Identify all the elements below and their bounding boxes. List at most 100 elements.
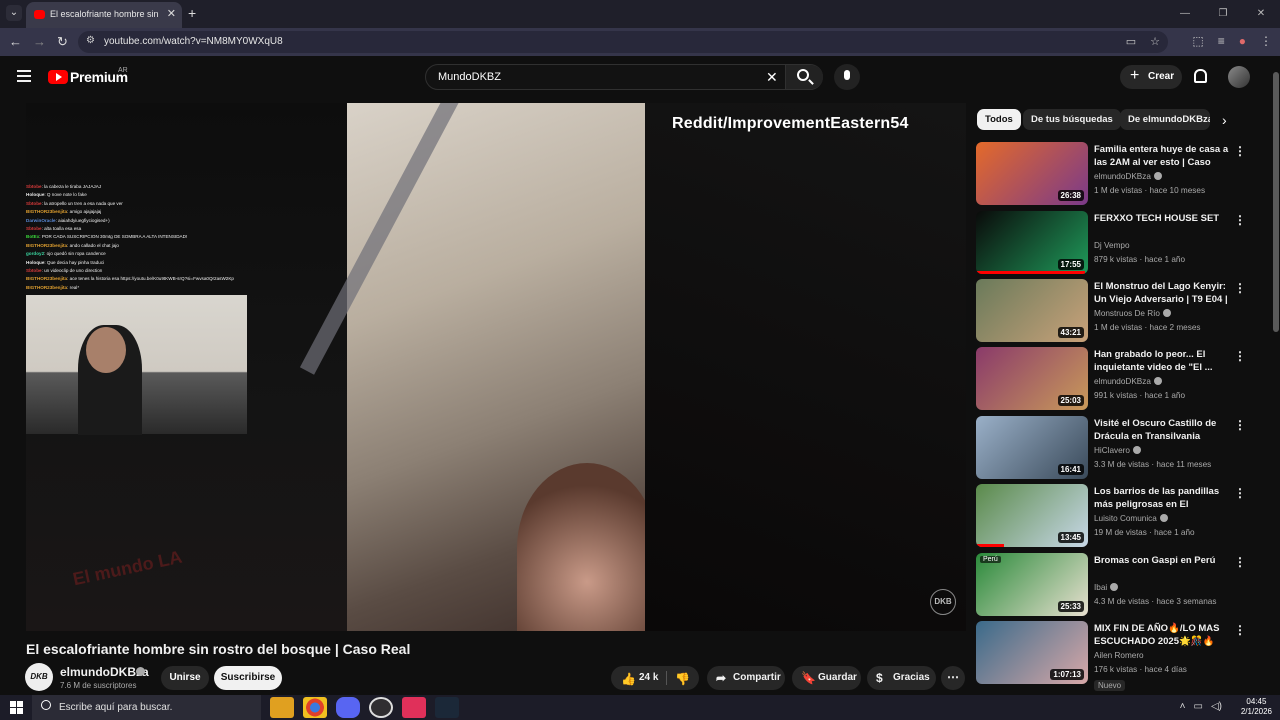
more-options-icon[interactable]: ⋮: [1234, 349, 1246, 363]
recommended-channel[interactable]: Luisito Comunica: [1094, 514, 1168, 523]
recommended-video[interactable]: 25:03 Han grabado lo peor... El inquietan…: [976, 347, 1248, 411]
create-button[interactable]: + Crear: [1120, 65, 1182, 89]
recommended-video-title[interactable]: El Monstruo del Lago Kenyir: Un Viejo Ad…: [1094, 280, 1230, 307]
chrome-icon[interactable]: [303, 697, 327, 718]
hamburger-menu-icon[interactable]: [17, 70, 31, 82]
discord-icon[interactable]: [336, 697, 360, 718]
video-thumbnail[interactable]: 16:41: [976, 416, 1088, 479]
video-thumbnail[interactable]: 13:45: [976, 484, 1088, 547]
recommended-video-title[interactable]: MIX FIN DE AÑO🔥/LO MAS ESCUCHADO 2025🌟🎊🔥…: [1094, 622, 1230, 649]
page-scrollbar[interactable]: [1272, 56, 1280, 696]
search-input[interactable]: MundoDKBZ: [438, 71, 501, 83]
dislike-thumb-icon[interactable]: 👎: [675, 667, 690, 691]
search-button[interactable]: [785, 65, 823, 89]
more-options-icon[interactable]: ⋮: [1234, 418, 1246, 432]
recommended-video-title[interactable]: FERXXO TECH HOUSE SET: [1094, 212, 1230, 225]
like-thumb-icon[interactable]: 👍: [621, 667, 636, 691]
recommended-video[interactable]: 13:45 Los barrios de las pandillas más pe…: [976, 484, 1248, 548]
restore-icon[interactable]: ❐: [1204, 0, 1242, 28]
extensions-icon[interactable]: ⬚: [1192, 34, 1203, 48]
recommended-channel[interactable]: elmundoDKBza: [1094, 172, 1162, 181]
save-button[interactable]: 🔖 Guardar: [792, 666, 861, 690]
video-thumbnail[interactable]: Perú 25:33: [976, 553, 1088, 616]
video-thumbnail[interactable]: 43:21: [976, 279, 1088, 342]
more-options-icon[interactable]: ⋮: [1234, 213, 1246, 227]
chip-all[interactable]: Todos: [977, 109, 1021, 130]
more-options-icon[interactable]: ⋮: [1234, 281, 1246, 295]
chevron-right-icon[interactable]: ›: [1222, 112, 1227, 128]
browser-tab[interactable]: El escalofriante hombre sin rostro del b…: [26, 2, 182, 28]
recommended-video-title[interactable]: Visité el Oscuro Castillo de Drácula en …: [1094, 417, 1230, 443]
windows-start-icon[interactable]: [10, 701, 23, 714]
omnibox[interactable]: ⚙ youtube.com/watch?v=NM8MY0WXqU8 ▭ ☆: [78, 31, 1168, 53]
chip-from-channel[interactable]: De elmundoDKBza: [1120, 109, 1210, 130]
taskbar-search[interactable]: Escribe aquí para buscar.: [32, 695, 261, 720]
more-options-icon[interactable]: ⋮: [1234, 144, 1246, 158]
recommended-channel[interactable]: Ailen Romero: [1094, 651, 1144, 660]
recommended-channel-name: Ailen Romero: [1094, 651, 1144, 660]
capcut-icon[interactable]: [402, 697, 426, 718]
recommended-channel[interactable]: Monstruos De Río: [1094, 309, 1171, 318]
recommended-video-title[interactable]: Han grabado lo peor... El inquietante vi…: [1094, 348, 1230, 374]
file-explorer-icon[interactable]: [270, 697, 294, 718]
close-window-icon[interactable]: ✕: [1242, 0, 1280, 28]
share-button[interactable]: ➦ Compartir: [707, 666, 785, 690]
recommended-video[interactable]: Perú 25:33 Bromas con Gaspi en Perú Ibai 4.3…: [976, 553, 1248, 617]
tab-close-icon[interactable]: ✕: [167, 7, 176, 20]
more-options-icon[interactable]: ⋮: [1234, 623, 1246, 637]
more-options-icon[interactable]: ⋮: [1234, 486, 1246, 500]
browser-menu-icon[interactable]: ⋮: [1260, 34, 1272, 48]
volume-icon[interactable]: ◁): [1211, 701, 1222, 712]
url-text[interactable]: youtube.com/watch?v=NM8MY0WXqU8: [104, 36, 283, 47]
video-thumbnail[interactable]: 1:07:13: [976, 621, 1088, 684]
back-icon[interactable]: ←: [9, 34, 22, 49]
reload-icon[interactable]: ↻: [57, 34, 68, 50]
recommended-video[interactable]: 17:55 FERXXO TECH HOUSE SET Dj Vempo 879 k …: [976, 211, 1248, 275]
account-avatar[interactable]: [1228, 66, 1250, 88]
like-count[interactable]: 24 k: [639, 666, 658, 690]
recommended-channel[interactable]: HiClavero: [1094, 446, 1141, 455]
more-options-icon[interactable]: ⋮: [1234, 555, 1246, 569]
clear-search-icon[interactable]: ✕: [766, 69, 778, 86]
site-info-icon[interactable]: ⚙: [86, 35, 95, 46]
steam-icon[interactable]: [435, 697, 459, 718]
more-actions-icon[interactable]: ⋯: [941, 666, 965, 690]
profile-icon[interactable]: ●: [1239, 34, 1246, 48]
subscribe-button[interactable]: Suscribirse: [214, 666, 282, 690]
minimize-icon[interactable]: —: [1166, 0, 1204, 28]
bookmark-star-icon[interactable]: ☆: [1150, 35, 1160, 48]
obs-icon[interactable]: [369, 697, 393, 718]
scrollbar-thumb[interactable]: [1273, 72, 1279, 332]
search-box[interactable]: MundoDKBZ ✕: [425, 64, 823, 90]
recommended-video[interactable]: 43:21 El Monstruo del Lago Kenyir: Un Vie…: [976, 279, 1248, 343]
recommended-channel[interactable]: Ibai: [1094, 583, 1119, 592]
thanks-button[interactable]: $ Gracias: [867, 666, 936, 690]
video-thumbnail[interactable]: 25:03: [976, 347, 1088, 410]
tab-search-menu-icon[interactable]: ⌄: [6, 5, 22, 21]
forward-icon[interactable]: →: [33, 34, 46, 49]
channel-avatar[interactable]: DKB: [25, 663, 53, 691]
youtube-logo-icon[interactable]: [48, 70, 68, 84]
recommended-video[interactable]: 16:41 Visité el Oscuro Castillo de Drácul…: [976, 416, 1248, 480]
recommended-channel[interactable]: elmundoDKBza: [1094, 377, 1162, 386]
taskbar-search-placeholder[interactable]: Escribe aquí para buscar.: [59, 702, 172, 713]
voice-search-mic-icon[interactable]: [834, 64, 860, 90]
video-player[interactable]: Sbtobe: la cabeza le tiraba JAJAJAJ Holoq…: [26, 103, 966, 631]
taskbar-clock[interactable]: 04:45 2/1/2026: [1241, 697, 1272, 717]
recommended-video-title[interactable]: Bromas con Gaspi en Perú: [1094, 554, 1230, 567]
network-icon[interactable]: ▭: [1194, 701, 1203, 712]
new-tab-icon[interactable]: +: [188, 5, 196, 21]
join-button[interactable]: Unirse: [161, 666, 209, 690]
tray-chevron-icon[interactable]: ˄: [1180, 701, 1186, 712]
reading-list-icon[interactable]: ≡: [1218, 34, 1225, 48]
recommended-video-title[interactable]: Los barrios de las pandillas más peligro…: [1094, 485, 1230, 512]
cast-icon[interactable]: ▭: [1126, 35, 1136, 48]
notifications-bell-icon[interactable]: [1194, 69, 1207, 83]
video-thumbnail[interactable]: 17:55: [976, 211, 1088, 274]
video-thumbnail[interactable]: 26:38: [976, 142, 1088, 205]
recommended-channel[interactable]: Dj Vempo: [1094, 241, 1130, 250]
recommended-video[interactable]: 26:38 Familia entera huye de casa a las 2…: [976, 142, 1248, 206]
recommended-video[interactable]: 1:07:13 MIX FIN DE AÑO🔥/LO MAS ESCUCHADO …: [976, 621, 1248, 691]
recommended-video-title[interactable]: Familia entera huye de casa a las 2AM al…: [1094, 143, 1230, 170]
chip-from-searches[interactable]: De tus búsquedas: [1023, 109, 1121, 130]
